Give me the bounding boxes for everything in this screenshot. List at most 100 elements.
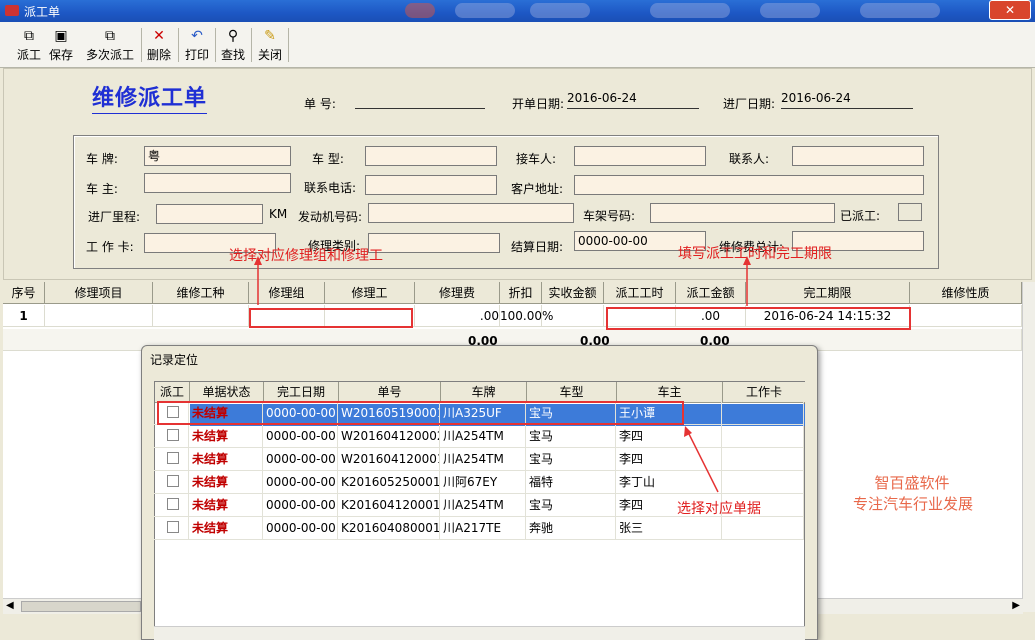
find-button[interactable]: ⚲ 查找: [218, 28, 248, 66]
owner-cell[interactable]: 张三: [616, 517, 722, 540]
card-cell[interactable]: [722, 517, 804, 540]
dialog-horizontal-scrollbar[interactable]: [154, 626, 805, 640]
no-cell[interactable]: W201604120002: [338, 425, 440, 448]
status-cell[interactable]: 未结算: [189, 471, 263, 494]
dispatched-checkbox[interactable]: [898, 203, 922, 221]
dispatch-checkbox[interactable]: [167, 452, 179, 464]
model-cell[interactable]: 宝马: [526, 448, 616, 471]
date-cell[interactable]: 0000-00-00: [263, 494, 338, 517]
plate-cell[interactable]: 川阿67EY: [440, 471, 526, 494]
owner-cell[interactable]: 李四: [616, 425, 722, 448]
date-cell[interactable]: 0000-00-00: [263, 425, 338, 448]
dcol-model[interactable]: 车型: [527, 382, 617, 403]
col-dispatch-hours[interactable]: 派工工时: [604, 282, 676, 304]
dispatch-button[interactable]: ⧉ 派工: [14, 28, 44, 66]
dispatch-checkbox-cell[interactable]: [154, 425, 189, 448]
model-cell[interactable]: 奔驰: [526, 517, 616, 540]
dcol-plate[interactable]: 车牌: [441, 382, 527, 403]
row-repair-nature[interactable]: [910, 305, 1022, 327]
col-deadline[interactable]: 完工期限: [746, 282, 910, 304]
date-cell[interactable]: 0000-00-00: [263, 471, 338, 494]
plate-cell[interactable]: 川A254TM: [440, 448, 526, 471]
dispatch-checkbox-cell[interactable]: [154, 517, 189, 540]
owner-input[interactable]: [144, 173, 291, 193]
dispatch-checkbox-cell[interactable]: [154, 494, 189, 517]
status-cell[interactable]: 未结算: [189, 425, 263, 448]
no-cell[interactable]: K201605250001: [338, 471, 440, 494]
col-repair-group[interactable]: 修理组: [249, 282, 325, 304]
dcol-card[interactable]: 工作卡: [723, 382, 805, 403]
window-close-button[interactable]: ✕: [989, 0, 1031, 20]
decor-icon: [530, 3, 590, 18]
vin-input[interactable]: [650, 203, 835, 223]
no-cell[interactable]: W201604120001: [338, 448, 440, 471]
receiver-input[interactable]: [574, 146, 706, 166]
plate-cell[interactable]: 川A217TE: [440, 517, 526, 540]
date-cell[interactable]: 0000-00-00: [263, 517, 338, 540]
scroll-left-icon[interactable]: ◀: [6, 600, 14, 611]
save-button[interactable]: ▣ 保存: [46, 28, 76, 66]
engine-input[interactable]: [368, 203, 574, 223]
col-mechanic[interactable]: 修理工: [325, 282, 415, 304]
dcol-no[interactable]: 单号: [339, 382, 441, 403]
dispatch-checkbox-cell[interactable]: [154, 471, 189, 494]
address-input[interactable]: [574, 175, 924, 195]
dcol-status[interactable]: 单据状态: [190, 382, 264, 403]
card-cell[interactable]: [722, 425, 804, 448]
contact-input[interactable]: [792, 146, 924, 166]
status-cell[interactable]: 未结算: [189, 494, 263, 517]
dcol-date[interactable]: 完工日期: [264, 382, 339, 403]
repair-type-input[interactable]: [368, 233, 500, 253]
dispatch-checkbox-cell[interactable]: [154, 448, 189, 471]
col-seq[interactable]: 序号: [3, 282, 45, 304]
col-work-type[interactable]: 维修工种: [153, 282, 249, 304]
dispatch-checkbox[interactable]: [167, 429, 179, 441]
dispatch-checkbox[interactable]: [167, 475, 179, 487]
col-discount[interactable]: 折扣: [500, 282, 542, 304]
card-cell[interactable]: [722, 448, 804, 471]
multi-dispatch-button[interactable]: ⧉ 多次派工: [82, 28, 138, 66]
owner-cell[interactable]: 李四: [616, 448, 722, 471]
status-cell[interactable]: 未结算: [189, 448, 263, 471]
card-cell[interactable]: [722, 471, 804, 494]
open-date-field[interactable]: 2016-06-24: [567, 91, 699, 109]
col-amount[interactable]: 实收金额: [542, 282, 604, 304]
scroll-thumb[interactable]: [21, 601, 141, 612]
model-input[interactable]: [365, 146, 497, 166]
model-cell[interactable]: 宝马: [526, 494, 616, 517]
row-amount[interactable]: [542, 305, 604, 327]
grid-vertical-scrollbar[interactable]: [1022, 282, 1035, 612]
row-repair-item[interactable]: [45, 305, 153, 327]
dcol-owner[interactable]: 车主: [617, 382, 723, 403]
mileage-input[interactable]: [156, 204, 263, 224]
scroll-right-icon[interactable]: ▶: [1012, 600, 1020, 611]
dispatch-checkbox[interactable]: [167, 498, 179, 510]
row-discount[interactable]: 100.00%: [500, 305, 553, 327]
row-work-type[interactable]: [153, 305, 249, 327]
no-cell[interactable]: K201604080001: [338, 517, 440, 540]
plate-input[interactable]: 粤: [144, 146, 291, 166]
plate-cell[interactable]: 川A254TM: [440, 494, 526, 517]
card-cell[interactable]: [722, 402, 804, 425]
dispatch-checkbox[interactable]: [167, 521, 179, 533]
close-button[interactable]: ✎ 关闭: [254, 28, 286, 66]
col-fee[interactable]: 修理费: [415, 282, 500, 304]
delete-button[interactable]: ✕ 删除: [144, 28, 174, 66]
dcol-dispatch[interactable]: 派工: [155, 382, 190, 403]
plate-cell[interactable]: 川A254TM: [440, 425, 526, 448]
owner-cell[interactable]: 李丁山: [616, 471, 722, 494]
no-cell[interactable]: K201604120001: [338, 494, 440, 517]
model-cell[interactable]: 福特: [526, 471, 616, 494]
enter-date-field[interactable]: 2016-06-24: [781, 91, 913, 109]
print-button[interactable]: ↶ 打印: [182, 28, 212, 66]
order-no-field[interactable]: [355, 91, 485, 109]
date-cell[interactable]: 0000-00-00: [263, 448, 338, 471]
model-cell[interactable]: 宝马: [526, 425, 616, 448]
status-cell[interactable]: 未结算: [189, 517, 263, 540]
col-dispatch-amount[interactable]: 派工金额: [676, 282, 746, 304]
phone-input[interactable]: [365, 175, 497, 195]
row-seq[interactable]: 1: [3, 305, 45, 327]
col-repair-nature[interactable]: 维修性质: [910, 282, 1022, 304]
row-fee[interactable]: .00: [415, 305, 500, 327]
col-repair-item[interactable]: 修理项目: [45, 282, 153, 304]
